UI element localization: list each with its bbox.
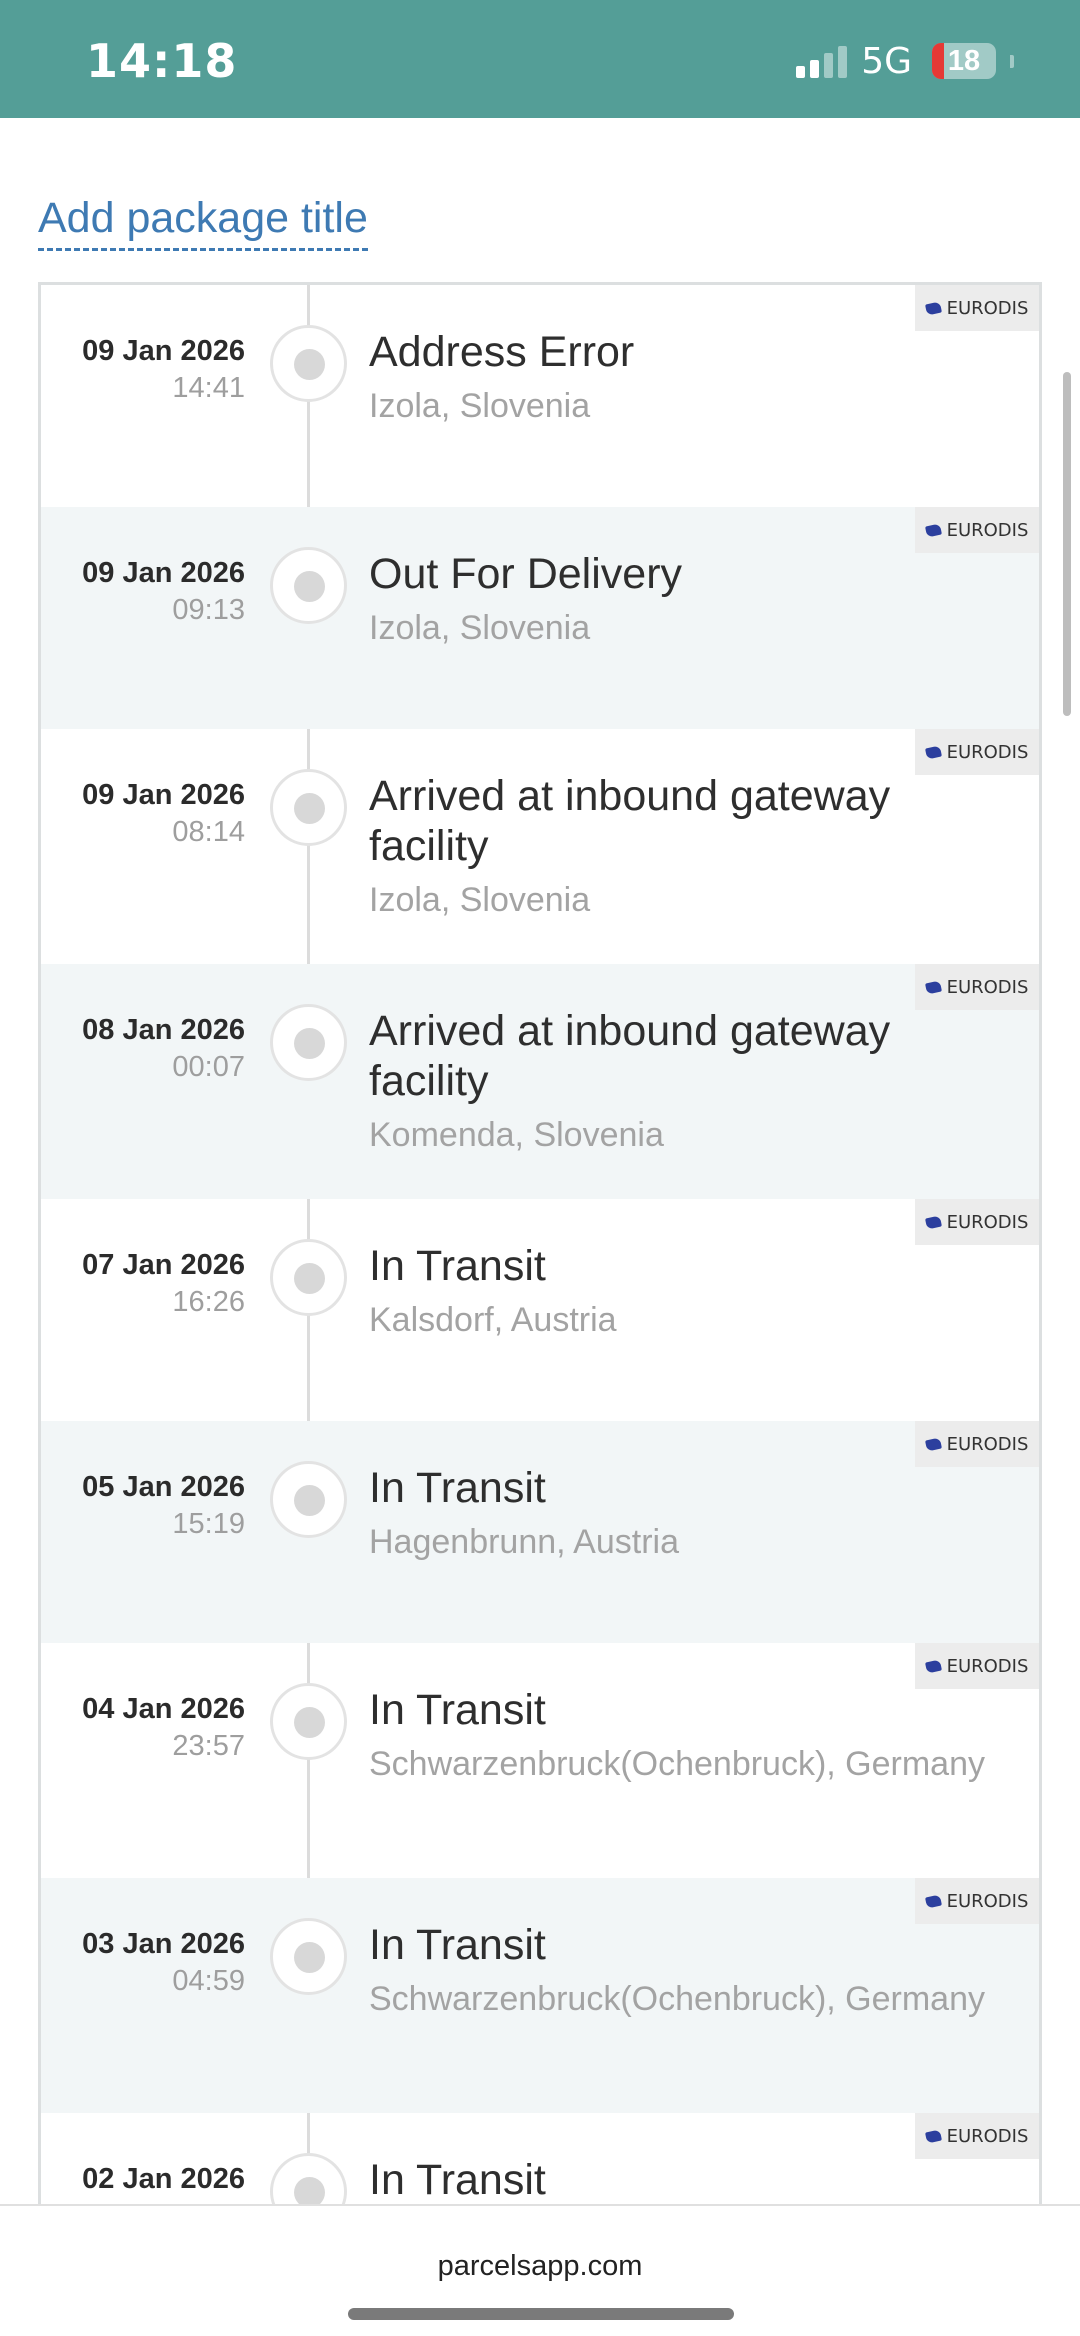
scrollbar-thumb[interactable] — [1063, 372, 1071, 716]
carrier-name: EURODIS — [946, 1655, 1029, 1677]
timeline-dot-icon — [270, 1461, 347, 1538]
timeline-event: EURODIS 05 Jan 2026 15:19 In Transit Hagenbr… — [41, 1421, 1039, 1643]
carrier-name: EURODIS — [946, 741, 1029, 763]
carrier-name: EURODIS — [946, 1433, 1029, 1455]
event-time: 08:14 — [172, 816, 245, 848]
carrier-name: EURODIS — [946, 1890, 1029, 1912]
event-time: 15:19 — [172, 1508, 245, 1540]
status-time: 14:18 — [86, 34, 238, 88]
timeline-dot-icon — [270, 2153, 347, 2204]
event-location: Kalsdorf, Austria — [369, 1301, 617, 1339]
event-time: 16:26 — [172, 1286, 245, 1318]
timeline-event: EURODIS 03 Jan 2026 04:59 In Transit Schwarz… — [41, 1878, 1039, 2113]
carrier-badge: EURODIS — [915, 1421, 1039, 1467]
event-time: 23:57 — [172, 1730, 245, 1762]
carrier-name: EURODIS — [946, 519, 1029, 541]
event-date: 07 Jan 2026 — [82, 1249, 245, 1281]
carrier-name: EURODIS — [946, 297, 1029, 319]
timeline-dot-icon — [270, 1918, 347, 1995]
carrier-name: EURODIS — [946, 976, 1029, 998]
event-status: Out For Delivery — [369, 550, 683, 598]
event-time: 04:59 — [172, 1965, 245, 1997]
carrier-logo-icon — [924, 1215, 942, 1229]
event-location: Hagenbrunn, Austria — [369, 1523, 679, 1561]
site-url[interactable]: parcelsapp.com — [0, 2250, 1080, 2283]
timeline-event: EURODIS 08 Jan 2026 00:07 Arrived at inboun… — [41, 964, 1039, 1199]
timeline-event: EURODIS 02 Jan 2026 In Transit — [41, 2113, 1039, 2204]
event-status: Arrived at inbound gateway facility — [369, 1007, 891, 1105]
event-date: 09 Jan 2026 — [82, 335, 245, 367]
timeline-dot-icon — [270, 1683, 347, 1760]
timeline-dot-icon — [270, 769, 347, 846]
carrier-badge: EURODIS — [915, 1199, 1039, 1245]
timeline-event: EURODIS 07 Jan 2026 16:26 In Transit Kalsdor… — [41, 1199, 1039, 1421]
signal-icon — [796, 44, 848, 78]
carrier-logo-icon — [924, 1894, 942, 1908]
event-location: Izola, Slovenia — [369, 881, 591, 919]
event-status: In Transit — [369, 1464, 546, 1512]
carrier-logo-icon — [924, 301, 942, 315]
event-status: In Transit — [369, 1921, 546, 1969]
timeline-event: EURODIS 09 Jan 2026 14:41 Address Error Izol… — [41, 285, 1039, 507]
event-status: Address Error — [369, 328, 635, 376]
carrier-logo-icon — [924, 2129, 942, 2143]
timeline-event: EURODIS 04 Jan 2026 23:57 In Transit Schwarz… — [41, 1643, 1039, 1878]
timeline-event: EURODIS 09 Jan 2026 09:13 Out For Delivery I… — [41, 507, 1039, 729]
carrier-logo-icon — [924, 1437, 942, 1451]
event-status: In Transit — [369, 1242, 546, 1290]
tracking-timeline: EURODIS 09 Jan 2026 14:41 Address Error Izol… — [38, 282, 1042, 2204]
carrier-badge: EURODIS — [915, 285, 1039, 331]
carrier-logo-icon — [924, 1659, 942, 1673]
event-date: 05 Jan 2026 — [82, 1471, 245, 1503]
timeline-dot-icon — [270, 325, 347, 402]
browser-footer: parcelsapp.com — [0, 2204, 1080, 2336]
carrier-name: EURODIS — [946, 2125, 1029, 2147]
carrier-logo-icon — [924, 523, 942, 537]
carrier-badge: EURODIS — [915, 729, 1039, 775]
event-location: Schwarzenbruck(Ochenbruck), Germany — [369, 1980, 986, 2018]
event-time: 14:41 — [172, 372, 245, 404]
status-bar: 14:18 5G 18 — [0, 0, 1080, 118]
timeline-dot-icon — [270, 547, 347, 624]
carrier-badge: EURODIS — [915, 1878, 1039, 1924]
status-indicators: 5G 18 — [796, 38, 1014, 84]
carrier-badge: EURODIS — [915, 507, 1039, 553]
battery-level: 18 — [947, 45, 981, 77]
timeline-dot-icon — [270, 1004, 347, 1081]
event-location: Izola, Slovenia — [369, 609, 591, 647]
timeline-event: EURODIS 09 Jan 2026 08:14 Arrived at inboun… — [41, 729, 1039, 964]
battery-tip — [1010, 54, 1014, 68]
carrier-logo-icon — [924, 745, 942, 759]
add-package-title-link[interactable]: Add package title — [38, 192, 368, 251]
event-date: 09 Jan 2026 — [82, 779, 245, 811]
home-indicator[interactable] — [348, 2308, 734, 2320]
timeline-dot-icon — [270, 1239, 347, 1316]
event-time: 09:13 — [172, 594, 245, 626]
carrier-badge: EURODIS — [915, 2113, 1039, 2159]
event-date: 04 Jan 2026 — [82, 1693, 245, 1725]
event-date: 02 Jan 2026 — [82, 2163, 245, 2195]
event-date: 03 Jan 2026 — [82, 1928, 245, 1960]
event-location: Komenda, Slovenia — [369, 1116, 664, 1154]
event-status: Arrived at inbound gateway facility — [369, 772, 891, 870]
event-date: 08 Jan 2026 — [82, 1014, 245, 1046]
event-location: Schwarzenbruck(Ochenbruck), Germany — [369, 1745, 986, 1783]
battery-icon: 18 — [932, 43, 996, 79]
event-date: 09 Jan 2026 — [82, 557, 245, 589]
carrier-logo-icon — [924, 980, 942, 994]
event-status: In Transit — [369, 1686, 546, 1734]
event-status: In Transit — [369, 2156, 546, 2204]
network-label: 5G — [861, 40, 912, 82]
carrier-badge: EURODIS — [915, 1643, 1039, 1689]
event-time: 00:07 — [172, 1051, 245, 1083]
event-location: Izola, Slovenia — [369, 387, 591, 425]
carrier-badge: EURODIS — [915, 964, 1039, 1010]
carrier-name: EURODIS — [946, 1211, 1029, 1233]
